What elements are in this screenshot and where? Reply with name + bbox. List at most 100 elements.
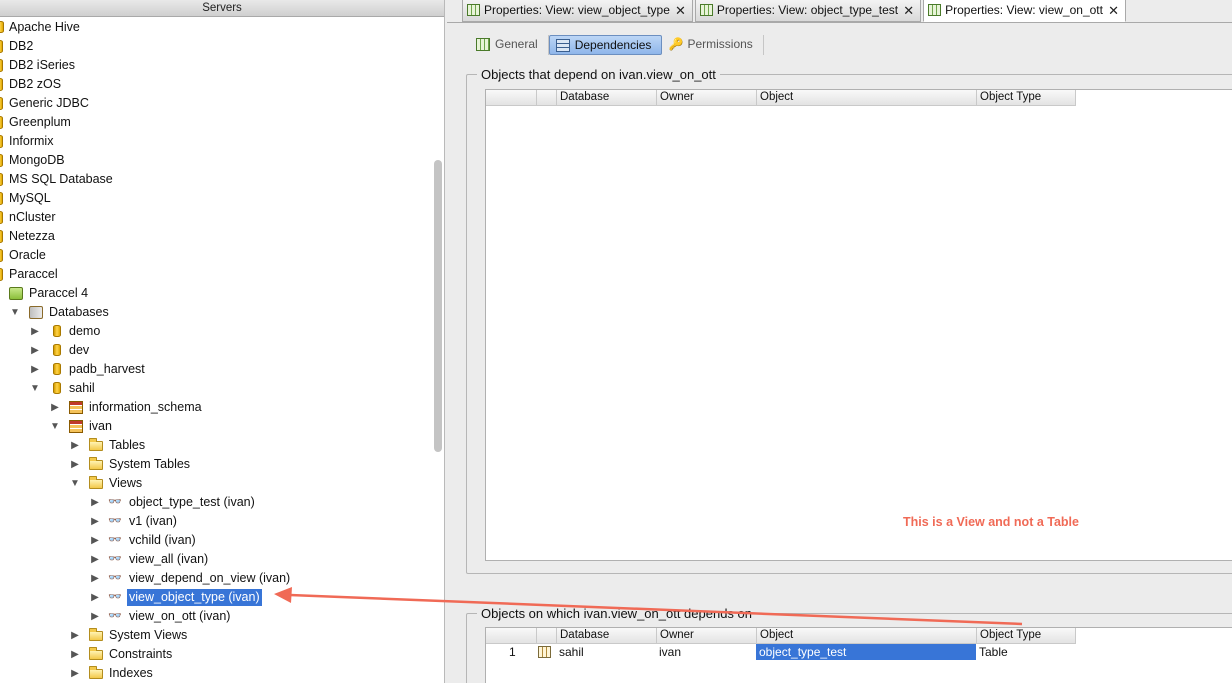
cell-object[interactable]: object_type_test [756,644,976,660]
chevron-down-icon[interactable]: ▼ [49,417,61,436]
chevron-right-icon[interactable]: ▶ [89,512,101,531]
view-glasses-icon: 👓 [108,572,122,584]
tree-item-label: v1 (ivan) [129,514,177,528]
editor-tab-view-object-type[interactable]: Properties: View: view_object_type ✕ [462,0,693,22]
chevron-right-icon[interactable]: ▶ [89,588,101,607]
tree-item-view[interactable]: ▶ 👓 vchild (ivan) [0,531,430,550]
schema-icon [69,420,83,433]
chevron-right-icon[interactable]: ▶ [69,664,81,683]
folder-open-icon [89,476,103,489]
servers-tree: Apache Hive DB2 DB2 iSeries DB2 zOS Gene… [0,18,430,683]
tree-item-db2[interactable]: DB2 [0,37,430,56]
tree-item-label: MongoDB [9,153,65,167]
editor-tab-view-on-ott[interactable]: Properties: View: view_on_ott ✕ [923,0,1126,22]
tree-item-informix[interactable]: Informix [0,132,430,151]
tree-item-view[interactable]: ▶ 👓 v1 (ivan) [0,512,430,531]
tree-item-label: vchild (ivan) [129,533,196,547]
tree-item-mongodb[interactable]: MongoDB [0,151,430,170]
schema-icon [69,401,83,414]
tree-item-apache-hive[interactable]: Apache Hive [0,18,430,37]
tree-item-tables[interactable]: ▶ Tables [0,436,430,455]
server-icon [9,287,23,300]
tree-item-system-tables[interactable]: ▶ System Tables [0,455,430,474]
tree-item-label: Paraccel [9,267,58,281]
tree-item-constraints[interactable]: ▶ Constraints [0,645,430,664]
database-icon [0,97,3,110]
tree-item-label: information_schema [89,400,202,414]
tree-item-label: dev [69,343,90,357]
tree-item-db-dev[interactable]: ▶ dev [0,341,430,360]
column-header-owner[interactable]: Owner [656,90,756,106]
close-icon[interactable]: ✕ [675,0,686,21]
editor-tab-object-type-test[interactable]: Properties: View: object_type_test ✕ [694,0,922,22]
tree-scrollbar[interactable] [434,160,442,452]
tree-item-databases[interactable]: ▼ Databases [0,303,430,322]
tree-item-view[interactable]: ▶ 👓 view_depend_on_view (ivan) [0,569,430,588]
tree-item-view[interactable]: ▶ 👓 view_on_ott (ivan) [0,607,430,626]
chevron-right-icon[interactable]: ▶ [69,436,81,455]
folder-icon [89,666,103,679]
tree-item-paraccel-4[interactable]: Paraccel 4 [0,284,430,303]
column-header-database[interactable]: Database [556,628,656,644]
tree-item-ms-sql-database[interactable]: MS SQL Database [0,170,430,189]
tree-item-db2-zos[interactable]: DB2 zOS [0,75,430,94]
column-header-owner[interactable]: Owner [656,628,756,644]
column-header-object-type[interactable]: Object Type [976,628,1076,644]
tree-item-view[interactable]: ▶ 👓 object_type_test (ivan) [0,493,430,512]
folder-icon [89,647,103,660]
tree-item-db-sahil[interactable]: ▼ sahil [0,379,430,398]
tree-item-label: DB2 iSeries [9,58,75,72]
tree-item-oracle[interactable]: Oracle [0,246,430,265]
chevron-right-icon[interactable]: ▶ [29,360,41,379]
close-icon[interactable]: ✕ [903,0,914,21]
tree-item-db-padb-harvest[interactable]: ▶ padb_harvest [0,360,430,379]
chevron-down-icon[interactable]: ▼ [29,379,41,398]
tree-item-label: object_type_test (ivan) [129,495,255,509]
tree-item-views[interactable]: ▼ Views [0,474,430,493]
dependencies-table[interactable]: Database Owner Object Object Type 1 sahi… [485,627,1232,683]
column-header-object[interactable]: Object [756,90,976,106]
tab-permissions[interactable]: 🔑 Permissions [662,35,764,55]
tree-item-db-demo[interactable]: ▶ demo [0,322,430,341]
column-header-object-type[interactable]: Object Type [976,90,1076,106]
tree-item-paraccel[interactable]: Paraccel [0,265,430,284]
tree-item-greenplum[interactable]: Greenplum [0,113,430,132]
tree-item-schema-ivan[interactable]: ▼ ivan [0,417,430,436]
tab-general[interactable]: General [470,35,549,55]
chevron-right-icon[interactable]: ▶ [69,626,81,645]
chevron-right-icon[interactable]: ▶ [69,645,81,664]
chevron-right-icon[interactable]: ▶ [89,531,101,550]
tree-item-ncluster[interactable]: nCluster [0,208,430,227]
tree-item-mysql[interactable]: MySQL [0,189,430,208]
tree-item-system-views[interactable]: ▶ System Views [0,626,430,645]
tree-item-db2-iseries[interactable]: DB2 iSeries [0,56,430,75]
tree-item-label: view_all (ivan) [129,552,209,566]
property-tab-bar: General Dependencies 🔑 Permissions [470,35,764,55]
column-header-database[interactable]: Database [556,90,656,106]
tree-item-indexes[interactable]: ▶ Indexes [0,664,430,683]
dependents-group-title: Objects that depend on ivan.view_on_ott [477,67,720,82]
tree-item-netezza[interactable]: Netezza [0,227,430,246]
chevron-down-icon[interactable]: ▼ [69,474,81,493]
chevron-down-icon[interactable]: ▼ [9,303,21,322]
tree-item-view[interactable]: ▶ 👓 view_all (ivan) [0,550,430,569]
tree-item-schema-information-schema[interactable]: ▶ information_schema [0,398,430,417]
close-icon[interactable]: ✕ [1108,0,1119,21]
row-number: 1 [509,645,516,659]
chevron-right-icon[interactable]: ▶ [69,455,81,474]
chevron-right-icon[interactable]: ▶ [49,398,61,417]
dependents-table[interactable]: Database Owner Object Object Type [485,89,1232,561]
tab-dependencies[interactable]: Dependencies [548,35,663,55]
chevron-right-icon[interactable]: ▶ [29,322,41,341]
database-icon [0,211,3,224]
tree-item-view-selected[interactable]: ▶ 👓 view_object_type (ivan) [0,588,430,607]
chevron-right-icon[interactable]: ▶ [89,569,101,588]
table-row[interactable]: 1 sahil ivan object_type_test Table [486,644,1076,660]
column-header-object[interactable]: Object [756,628,976,644]
chevron-right-icon[interactable]: ▶ [89,550,101,569]
tree-item-generic-jdbc[interactable]: Generic JDBC [0,94,430,113]
folder-icon [89,438,103,451]
chevron-right-icon[interactable]: ▶ [89,607,101,626]
chevron-right-icon[interactable]: ▶ [29,341,41,360]
chevron-right-icon[interactable]: ▶ [89,493,101,512]
